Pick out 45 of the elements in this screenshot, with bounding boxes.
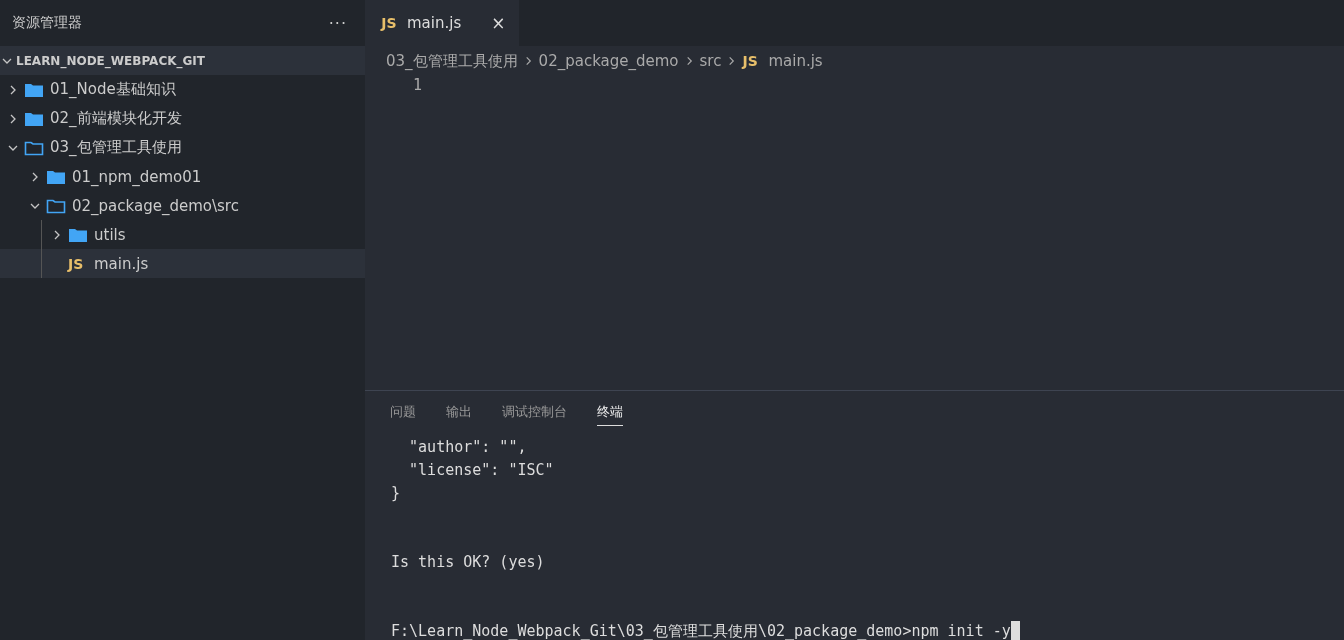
terminal-line: "author": "", bbox=[408, 438, 527, 456]
folder-icon bbox=[68, 226, 88, 243]
panel-tab[interactable]: 调试控制台 bbox=[502, 403, 567, 426]
more-actions-icon[interactable]: ··· bbox=[328, 13, 347, 33]
item-label: main.js bbox=[94, 254, 149, 273]
item-label: 03_包管理工具使用 bbox=[50, 138, 182, 157]
chevron-right-icon[interactable] bbox=[8, 113, 18, 124]
item-label: utils bbox=[94, 225, 126, 244]
folder-icon bbox=[46, 197, 66, 214]
folder-icon bbox=[24, 139, 44, 156]
item-label: 02_package_demo\src bbox=[72, 196, 239, 215]
sidebar-title: 资源管理器 bbox=[12, 14, 82, 32]
panel-tab[interactable]: 终端 bbox=[597, 403, 623, 426]
js-file-icon: JS bbox=[68, 255, 88, 272]
terminal-line: } bbox=[391, 484, 401, 502]
chevron-right-icon[interactable] bbox=[52, 229, 62, 240]
folder-icon bbox=[24, 81, 44, 98]
chevron-right-icon[interactable] bbox=[8, 84, 18, 95]
terminal-line: Is this OK? (yes) bbox=[391, 553, 545, 571]
line-number: 1 bbox=[413, 76, 424, 94]
folder-icon bbox=[46, 168, 66, 185]
breadcrumb-item[interactable]: src bbox=[699, 52, 722, 70]
js-file-icon: JS bbox=[742, 53, 763, 69]
chevron-right-icon bbox=[727, 55, 737, 67]
item-label: 02_前端模块化开发 bbox=[50, 109, 182, 128]
tree-item[interactable]: 02_前端模块化开发 bbox=[0, 104, 365, 133]
breadcrumb-item[interactable]: 03_包管理工具使用 bbox=[386, 51, 518, 71]
editor-tab[interactable]: JS main.js × bbox=[365, 0, 520, 46]
tree-item[interactable]: 01_npm_demo01 bbox=[0, 162, 365, 191]
item-label: 01_Node基础知识 bbox=[50, 80, 176, 99]
tree-item[interactable]: 03_包管理工具使用 bbox=[0, 133, 365, 162]
tree-item[interactable]: 01_Node基础知识 bbox=[0, 75, 365, 104]
folder-icon bbox=[24, 110, 44, 127]
terminal-line: "license": "ISC" bbox=[408, 461, 554, 479]
tree-item[interactable]: utils bbox=[0, 220, 365, 249]
terminal-line: F:\Learn_Node_Webpack_Git\03_包管理工具使用\02_package_demo>npm init -y bbox=[391, 622, 1011, 640]
tree-item[interactable]: JS main.js bbox=[0, 249, 365, 278]
item-label: 01_npm_demo01 bbox=[72, 167, 202, 186]
breadcrumb-item[interactable]: 02_package_demo bbox=[538, 52, 679, 70]
breadcrumb-item[interactable]: main.js bbox=[768, 52, 823, 70]
panel-tab[interactable]: 输出 bbox=[446, 403, 472, 426]
tree-item[interactable]: 02_package_demo\src bbox=[0, 191, 365, 220]
chevron-right-icon[interactable] bbox=[30, 171, 40, 182]
workspace-root[interactable]: LEARN_NODE_WEBPACK_GIT bbox=[0, 46, 365, 75]
panel-tab[interactable]: 问题 bbox=[390, 403, 416, 426]
